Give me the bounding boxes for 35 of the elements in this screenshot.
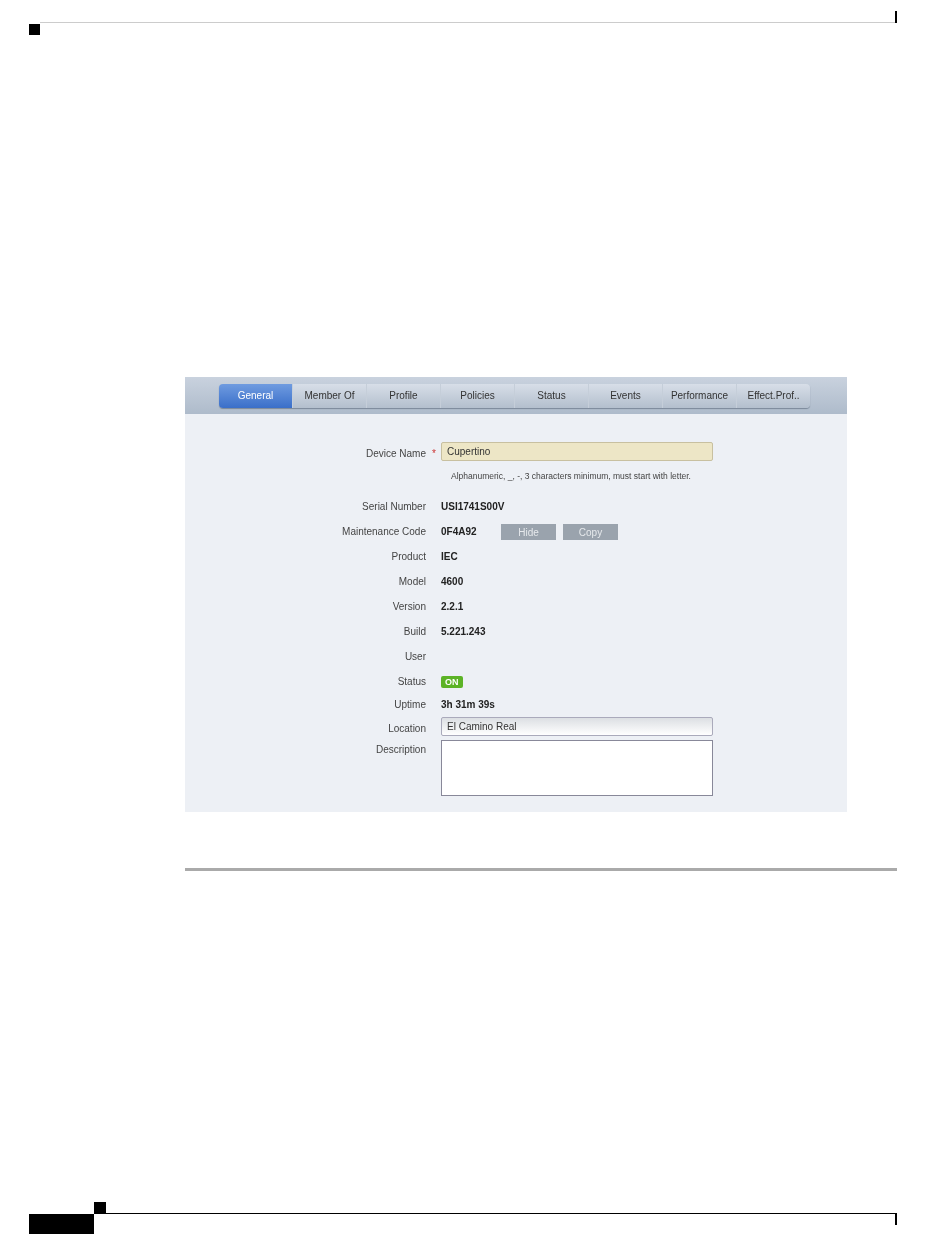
field-value: 4600 xyxy=(441,576,464,587)
description-field[interactable] xyxy=(441,740,713,796)
status-badge: ON xyxy=(441,676,463,688)
field-value: 2.2.1 xyxy=(441,601,464,612)
field-value: 0F4A92 xyxy=(441,526,478,537)
input-field[interactable]: Cupertino xyxy=(441,442,713,461)
field-label: Model xyxy=(398,576,426,587)
input-field[interactable]: El Camino Real xyxy=(441,717,713,736)
field-label: Serial Number xyxy=(362,501,426,512)
field-value: 5.221.243 xyxy=(441,626,486,637)
field-value: IEC xyxy=(441,551,458,562)
hint-text: Alphanumeric, _, -, 3 characters minimum, must start with letter. xyxy=(451,471,692,481)
field-label: Status xyxy=(397,676,426,687)
tab[interactable]: Policies xyxy=(440,383,514,408)
field-label: Product xyxy=(391,551,426,562)
field-label: User xyxy=(404,651,426,662)
field-label: Build xyxy=(403,626,426,637)
tab[interactable]: Member Of xyxy=(292,383,366,408)
tab[interactable]: Effect.Prof.. xyxy=(736,383,810,408)
tab[interactable]: General xyxy=(219,383,292,408)
field-label: Maintenance Code xyxy=(342,526,426,537)
field-value: USI1741S00V xyxy=(441,501,505,512)
tab[interactable]: Events xyxy=(588,383,662,408)
tab[interactable]: Performance xyxy=(662,383,736,408)
tab[interactable]: Status xyxy=(514,383,588,408)
field-label: Uptime xyxy=(394,699,426,710)
tab[interactable]: Profile xyxy=(366,383,440,408)
page-edge-mark xyxy=(895,11,897,23)
field-label: Device Name xyxy=(365,448,426,459)
required-marker: * xyxy=(432,448,437,459)
field-value: 3h 31m 39s xyxy=(441,699,495,710)
field-label: Description xyxy=(375,744,426,755)
page-corner-mark xyxy=(29,24,40,35)
field-label: Location xyxy=(388,723,426,734)
field-label: Version xyxy=(392,601,426,612)
